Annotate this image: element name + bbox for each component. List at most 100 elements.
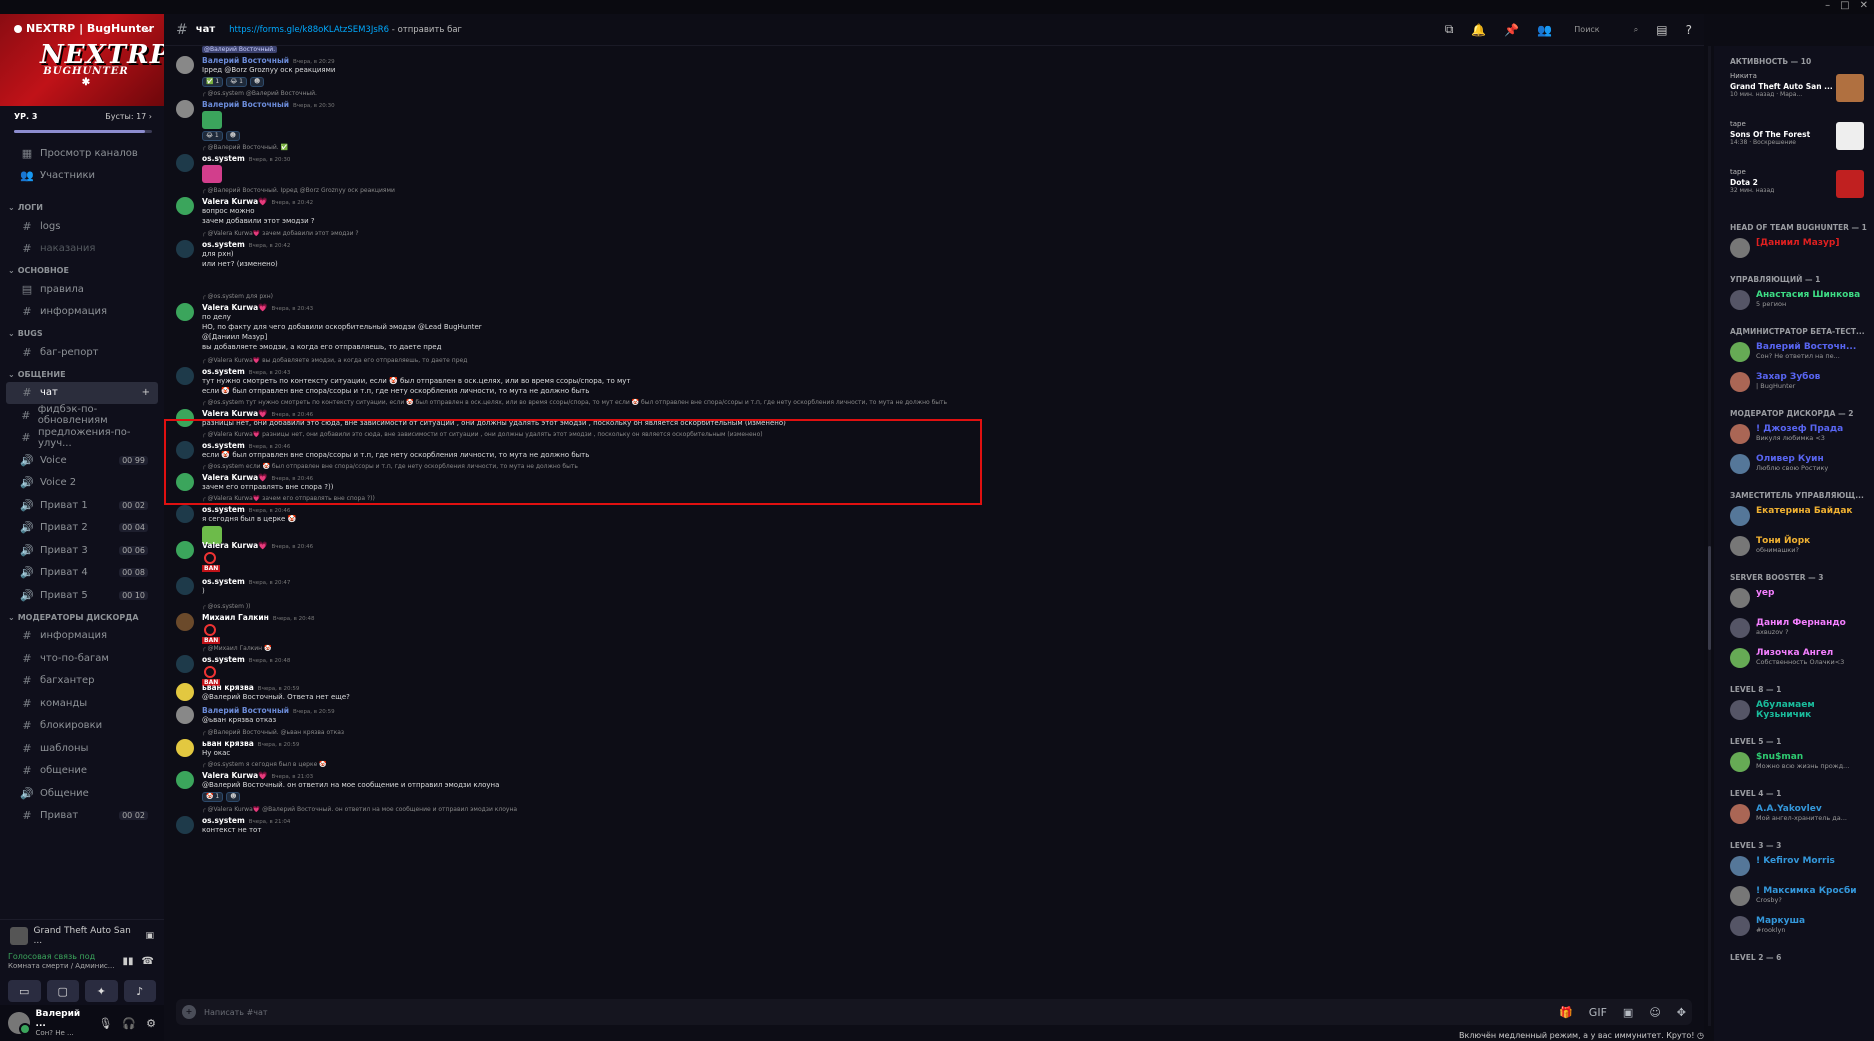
scrollbar[interactable] — [1708, 46, 1711, 1026]
channel-item[interactable]: # общение — [6, 760, 158, 783]
avatar[interactable] — [176, 706, 194, 724]
guild-name[interactable]: NEXTRP | BugHunter — [14, 22, 154, 35]
add-member-icon[interactable]: + — [142, 387, 150, 398]
avatar[interactable] — [176, 771, 194, 789]
boost-level[interactable]: УР. 3 Бусты: 17 › — [0, 106, 164, 138]
author-name[interactable]: Valera Kurwa💗 — [202, 197, 268, 206]
member-item[interactable]: Захар Зубов | BugHunter — [1720, 368, 1868, 398]
search-input[interactable]: Поиск ⌕ — [1570, 22, 1638, 38]
avatar[interactable] — [176, 56, 194, 74]
reply-preview[interactable]: ╭ @Valera Kurwa💗 @Валерий Восточный. он … — [202, 806, 1694, 816]
reply-preview[interactable]: ╭ @Валерий Восточный. Ірред @Borz Grozny… — [202, 187, 1694, 197]
reply-preview[interactable]: ╭ @Valera Kurwa💗 зачем добавили этот эмо… — [202, 230, 1694, 240]
reply-preview[interactable]: ╭ @os.system для рхн) — [202, 293, 1694, 303]
member-item[interactable]: Анастасия Шинкова 5 регион — [1720, 286, 1868, 316]
pin-icon[interactable]: 📌 — [1504, 23, 1519, 37]
author-name[interactable]: os.system — [202, 655, 245, 664]
channel-item[interactable]: # багхантер — [6, 670, 158, 693]
category-header[interactable]: ⌄ ОСНОВНОЕ — [0, 260, 164, 278]
soundboard-button[interactable]: ♪ — [123, 980, 156, 1002]
member-list-icon[interactable]: 👥 — [1537, 23, 1552, 37]
waveform-icon[interactable]: ▮▮ — [123, 956, 134, 967]
member-item[interactable]: Оливер Куин Люблю свою Ростику — [1720, 450, 1868, 480]
activity-game[interactable]: Grand Theft Auto San ... ▣ — [10, 926, 154, 946]
avatar[interactable] — [176, 613, 194, 631]
microphone-icon[interactable]: 🎙 — [98, 1017, 112, 1030]
author-name[interactable]: os.system — [202, 505, 245, 514]
channel-item[interactable]: 🔊 Voice 2 — [6, 472, 158, 495]
channel-item[interactable]: # logs — [6, 215, 158, 238]
reply-preview[interactable]: ╭ @Валерий Восточный. @ьван крязва отказ — [202, 729, 1694, 739]
avatar[interactable] — [176, 409, 194, 427]
message-author[interactable]: os.system Вчера, в 20:46 — [202, 441, 1694, 450]
help-icon[interactable]: ? — [1686, 23, 1692, 37]
disconnect-icon[interactable]: ☎ — [142, 956, 154, 967]
member-item[interactable]: Данил Фернандо ахвuzov ? — [1720, 614, 1868, 644]
message-author[interactable]: Valera Kurwa💗 Вчера, в 21:03 — [202, 771, 1694, 780]
channel-item[interactable]: # чат + — [6, 381, 158, 404]
member-item[interactable]: $nu$man Можно всю жизнь прожд... — [1720, 748, 1868, 778]
author-name[interactable]: os.system — [202, 367, 245, 376]
controller-icon[interactable]: ▣ — [145, 931, 154, 941]
avatar[interactable] — [176, 473, 194, 491]
minimize-button[interactable]: – — [1825, 0, 1830, 11]
attach-button[interactable]: + — [182, 1005, 196, 1019]
message-author[interactable]: os.system Вчера, в 20:47 — [202, 577, 1694, 586]
user-info[interactable]: Валерий ... Сон? Не ... — [36, 1009, 93, 1037]
author-name[interactable]: os.system — [202, 154, 245, 163]
mention[interactable]: @Валерий Восточный. — [202, 46, 278, 53]
gift-icon[interactable]: 🎁 — [1559, 1006, 1573, 1019]
category-header[interactable]: ⌄ BUGS — [0, 323, 164, 341]
channel-item[interactable]: # шаблоны — [6, 737, 158, 760]
message-author[interactable]: Valera Kurwa💗 Вчера, в 20:46 — [202, 541, 1694, 550]
channel-item[interactable]: 🔊 Приват 4 00 08 — [6, 562, 158, 585]
reaction-button[interactable]: 😂 1 — [202, 131, 223, 141]
author-name[interactable]: ьван крязва — [202, 683, 254, 692]
avatar[interactable] — [8, 1012, 31, 1035]
channel-item[interactable]: # информация — [6, 301, 158, 324]
message-author[interactable]: os.system Вчера, в 20:46 — [202, 505, 1694, 514]
message-author[interactable]: ьван крязва Вчера, в 20:59 — [202, 683, 1694, 692]
author-name[interactable]: os.system — [202, 577, 245, 586]
avatar[interactable] — [176, 505, 194, 523]
sidebar-item-members[interactable]: 👥 Участники — [6, 165, 158, 188]
message-author[interactable]: Валерий Восточный Вчера, в 20:29 — [202, 56, 1694, 65]
gear-icon[interactable]: ⚙ — [146, 1017, 156, 1030]
channel-item[interactable]: # наказания — [6, 238, 158, 261]
reaction-button[interactable]: ☻ — [226, 792, 241, 802]
topic-link[interactable]: https://forms.gle/k88oKLAtzSEM3JsR6 — [229, 25, 389, 35]
message-author[interactable]: Valera Kurwa💗 Вчера, в 20:42 — [202, 197, 1694, 206]
channel-item[interactable]: # фидбэк-по-обновлениям — [6, 404, 158, 427]
camera-off-button[interactable]: ▭ — [8, 980, 41, 1002]
reply-preview[interactable]: ╭ @Михаил Галкин 🤡 — [202, 645, 1694, 655]
reply-preview[interactable]: ╭ @Валерий Восточный. ✅ — [202, 144, 1694, 154]
author-name[interactable]: ьван крязва — [202, 739, 254, 748]
channel-item[interactable]: 🔊 Приват 1 00 02 — [6, 494, 158, 517]
channel-item[interactable]: # Приват 00 02 — [6, 805, 158, 828]
avatar[interactable] — [176, 154, 194, 172]
channel-item[interactable]: # что-по-багам — [6, 647, 158, 670]
channel-item[interactable]: 🔊 Приват 2 00 04 — [6, 517, 158, 540]
activity-card[interactable]: tape Dota 2 32 мин. назад — [1720, 164, 1868, 212]
member-item[interactable]: уер — [1720, 584, 1868, 614]
member-item[interactable]: Валерий Восточн... Сон? Не ответил на пе.… — [1720, 338, 1868, 368]
close-button[interactable]: ✕ — [1860, 0, 1868, 11]
screen-share-button[interactable]: ▢ — [46, 980, 79, 1002]
author-name[interactable]: Valera Kurwa💗 — [202, 771, 268, 780]
avatar[interactable] — [176, 197, 194, 215]
reaction-button[interactable]: 🤡 1 — [202, 792, 224, 802]
member-item[interactable]: ! Джозеф Прада Викуля любимка <3 — [1720, 420, 1868, 450]
channel-item[interactable]: # баг-репорт — [6, 341, 158, 364]
message-author[interactable]: os.system Вчера, в 20:42 — [202, 240, 1694, 249]
message-author[interactable]: Valera Kurwa💗 Вчера, в 20:43 — [202, 303, 1694, 312]
reply-preview[interactable]: ╭ @Valera Kurwa💗 вы добавляете эмодзи, а… — [202, 357, 1694, 367]
author-name[interactable]: os.system — [202, 816, 245, 825]
message-author[interactable]: Валерий Восточный Вчера, в 20:59 — [202, 706, 1694, 715]
reaction-button[interactable]: 😂 1 — [226, 77, 247, 87]
activity-card[interactable]: tape Sons Of The Forest 14:38 · Воскрешени… — [1720, 116, 1868, 164]
member-item[interactable]: Маркуша #rooklyn — [1720, 912, 1868, 942]
guild-banner[interactable]: NEXTRP | BugHunter ⌄ NEXTRP BUGHUNTER ✱ — [0, 14, 164, 106]
scrollbar-thumb[interactable] — [1708, 546, 1711, 650]
member-item[interactable]: A.A.Yakovlev Мой ангел-хранитель да... — [1720, 800, 1868, 830]
reaction-button[interactable]: ☻ — [249, 77, 265, 87]
